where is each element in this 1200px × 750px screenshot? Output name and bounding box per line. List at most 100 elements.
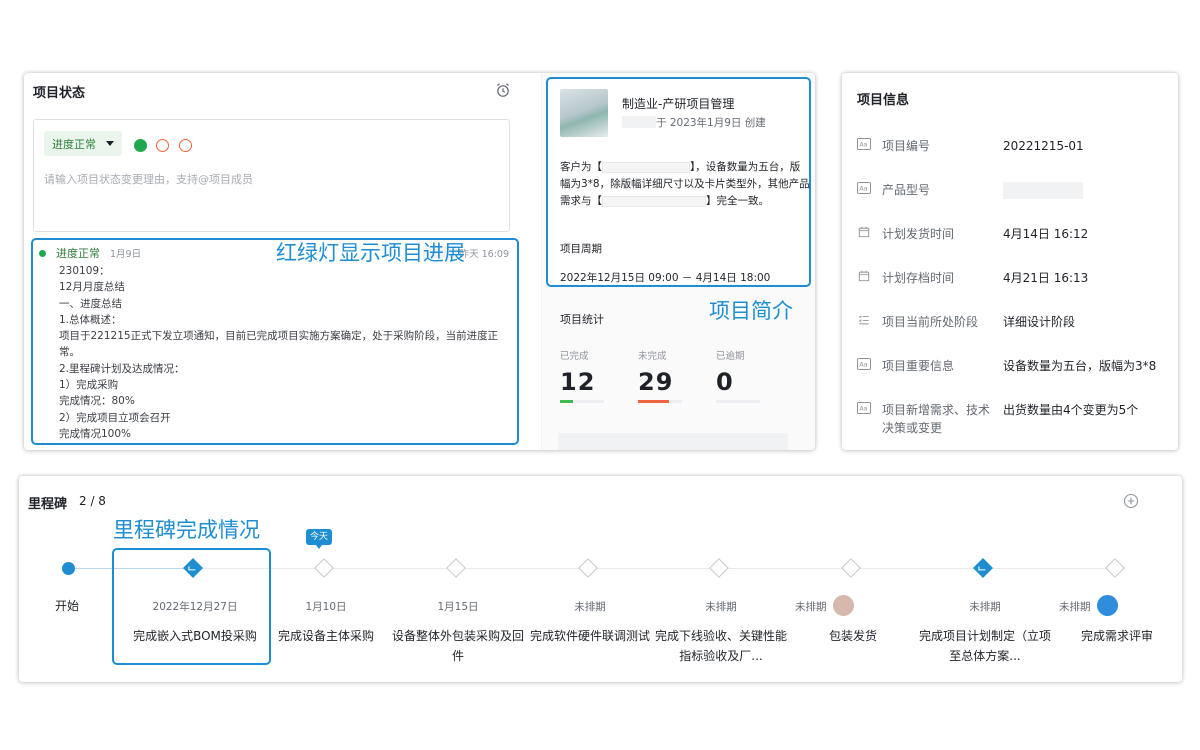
milestone-date: 1月15日 bbox=[437, 601, 479, 613]
info-value: 4月14日 16:12 bbox=[1003, 227, 1089, 241]
milestone-panel: 里程碑 2 / 8 里程碑完成情况 今天 开始 2022年12月27日 完成嵌入式… bbox=[19, 476, 1182, 682]
milestone-pending-icon[interactable] bbox=[841, 558, 861, 578]
info-value: 4月21日 16:13 bbox=[1003, 271, 1089, 285]
redacted-field bbox=[602, 195, 706, 207]
milestone-pending-icon[interactable] bbox=[578, 558, 598, 578]
status-reason-input[interactable]: 请输入项目状态变更理由，支持@项目成员 bbox=[44, 171, 253, 187]
log-status: 进度正常 bbox=[56, 247, 100, 260]
info-row[interactable]: 计划存档时间 4月21日 16:13 bbox=[857, 269, 1172, 299]
status-dot bbox=[39, 250, 46, 257]
callout-milestones: 里程碑完成情况 bbox=[113, 518, 260, 542]
caret-down-icon bbox=[106, 141, 114, 146]
calendar-icon bbox=[858, 226, 870, 238]
stats-title: 项目统计 bbox=[560, 313, 604, 326]
milestone-name: 完成项目计划制定（立项至总体方案... bbox=[919, 629, 1052, 663]
stat-bar-fill bbox=[638, 400, 669, 403]
project-intro-card[interactable]: 制造业-产研项目管理 于 2023年1月9日 创建 客户为【 】，设备数量为五台，… bbox=[546, 77, 811, 287]
project-name: 制造业-产研项目管理 bbox=[622, 97, 735, 111]
milestone-pending-icon[interactable] bbox=[709, 558, 729, 578]
stat-completed[interactable]: 已完成 12 bbox=[560, 348, 620, 403]
status-dropdown-value: 进度正常 bbox=[52, 137, 96, 151]
info-label: 项目新增需求、技术决策或变更 bbox=[882, 403, 991, 435]
svg-text:Aa: Aa bbox=[859, 185, 867, 193]
project-status-panel: 项目状态 进度正常 请输入项目状态变更理由，支持@项目成员 进度正常 1月9日 … bbox=[24, 73, 815, 450]
redacted-field bbox=[602, 161, 690, 173]
info-label: 计划发货时间 bbox=[882, 227, 955, 241]
yellow-light-button[interactable] bbox=[156, 139, 169, 152]
info-label: 项目重要信息 bbox=[882, 359, 955, 373]
calendar-icon bbox=[858, 270, 870, 282]
intro-section: 制造业-产研项目管理 于 2023年1月9日 创建 客户为【 】，设备数量为五台，… bbox=[542, 73, 815, 450]
start-node bbox=[62, 562, 75, 575]
milestone-highlight bbox=[112, 548, 271, 665]
svg-text:Aa: Aa bbox=[859, 141, 867, 149]
status-reason-box[interactable]: 进度正常 请输入项目状态变更理由，支持@项目成员 bbox=[33, 119, 510, 232]
stat-label: 已完成 bbox=[560, 351, 589, 362]
text-field-icon: Aa bbox=[857, 182, 871, 194]
milestone-date: 未排期 bbox=[705, 601, 737, 613]
log-line: 完成情况100% bbox=[59, 427, 132, 440]
log-line: 完成情况：80% bbox=[59, 395, 135, 408]
info-row[interactable]: Aa 项目编号 20221215-01 bbox=[857, 137, 1172, 167]
log-date: 1月9日 bbox=[110, 249, 142, 260]
project-description: 客户为【 】，设备数量为五台，版幅为3*8，除版幅详细尺寸以及卡片类型外，其他产品… bbox=[560, 159, 809, 210]
desc-text: 客户为【 bbox=[560, 161, 602, 173]
milestone-pending-icon[interactable] bbox=[1105, 558, 1125, 578]
stats-footer-placeholder bbox=[558, 433, 788, 450]
info-label: 产品型号 bbox=[882, 183, 931, 197]
log-line: 1）完成采购 bbox=[59, 379, 119, 392]
status-title: 项目状态 bbox=[33, 86, 86, 101]
log-content: 230109： 12月月度总结 一、进度总结 1.总体概述： 项目于221215… bbox=[59, 263, 514, 442]
milestone-name: 设备整体外包装采购及回件 bbox=[392, 629, 525, 663]
info-value: 出货数量由4个变更为5个 bbox=[1003, 403, 1139, 417]
stat-value: 29 bbox=[638, 368, 674, 396]
status-dropdown[interactable]: 进度正常 bbox=[44, 131, 122, 156]
info-label: 项目当前所处阶段 bbox=[882, 315, 979, 329]
milestone-name: 包装发货 bbox=[828, 629, 877, 643]
period-value: 2022年12月15日 09:00 － 4月14日 18:00 bbox=[560, 272, 771, 284]
info-row[interactable]: Aa 项目重要信息 设备数量为五台，版幅为3*8 bbox=[857, 357, 1172, 387]
avatar[interactable] bbox=[833, 595, 854, 616]
info-row[interactable]: Aa 项目新增需求、技术决策或变更 出货数量由4个变更为5个 bbox=[857, 401, 1172, 435]
period-label: 项目周期 bbox=[560, 243, 602, 255]
milestone-count: 2 / 8 bbox=[79, 494, 106, 508]
svg-text:Aa: Aa bbox=[859, 361, 867, 369]
red-light-button[interactable] bbox=[179, 139, 192, 152]
milestone-title: 里程碑 bbox=[28, 497, 68, 512]
project-info-panel: 项目信息 Aa 项目编号 20221215-01 Aa 产品型号 计划发货时间 4月14日 … bbox=[842, 73, 1178, 450]
add-milestone-icon[interactable] bbox=[1123, 493, 1139, 509]
stat-overdue[interactable]: 已逾期 0 bbox=[716, 348, 776, 403]
desc-text: 】完全一致。 bbox=[706, 195, 769, 207]
redacted-value bbox=[1003, 182, 1083, 199]
stat-incomplete[interactable]: 未完成 29 bbox=[638, 348, 698, 403]
avatar[interactable] bbox=[1097, 595, 1118, 616]
svg-text:Aa: Aa bbox=[859, 405, 867, 413]
milestone-date: 1月10日 bbox=[305, 601, 347, 613]
info-value: 详细设计阶段 bbox=[1003, 315, 1076, 329]
text-field-icon: Aa bbox=[857, 358, 871, 370]
stat-label: 未完成 bbox=[638, 351, 667, 362]
milestone-name: 完成需求评审 bbox=[1080, 629, 1153, 643]
info-row[interactable]: Aa 产品型号 bbox=[857, 181, 1172, 211]
milestone-date: 未排期 bbox=[1059, 601, 1091, 613]
info-value: 设备数量为五台，版幅为3*8 bbox=[1003, 359, 1157, 373]
callout-project-intro: 项目简介 bbox=[709, 299, 793, 323]
milestone-done-icon[interactable] bbox=[973, 558, 993, 578]
milestone-name: 完成设备主体采购 bbox=[277, 629, 374, 643]
green-light-button[interactable] bbox=[134, 139, 147, 152]
log-line: 项目于221215正式下发立项通知，目前已完成项目实施方案确定，处于采购阶段，当… bbox=[59, 330, 499, 359]
stat-bar bbox=[716, 400, 760, 403]
milestone-pending-icon[interactable] bbox=[446, 558, 466, 578]
status-section: 项目状态 进度正常 请输入项目状态变更理由，支持@项目成员 进度正常 1月9日 … bbox=[24, 73, 541, 450]
info-label: 项目编号 bbox=[882, 139, 931, 153]
info-row[interactable]: 计划发货时间 4月14日 16:12 bbox=[857, 225, 1172, 255]
milestone-pending-icon[interactable] bbox=[314, 558, 334, 578]
info-row[interactable]: 项目当前所处阶段 详细设计阶段 bbox=[857, 313, 1172, 343]
milestone-name: 完成软件硬件联调测试 bbox=[529, 629, 650, 643]
callout-traffic-lights: 红绿灯显示项目进展 bbox=[276, 241, 465, 265]
status-log-entry: 进度正常 1月9日 昨天 16:09 230109： 12月月度总结 一、进度总… bbox=[31, 238, 519, 445]
list-icon bbox=[858, 315, 869, 325]
info-label: 计划存档时间 bbox=[882, 271, 955, 285]
alarm-clock-icon[interactable] bbox=[495, 82, 511, 98]
log-line: 1.总体概述： bbox=[59, 313, 122, 326]
